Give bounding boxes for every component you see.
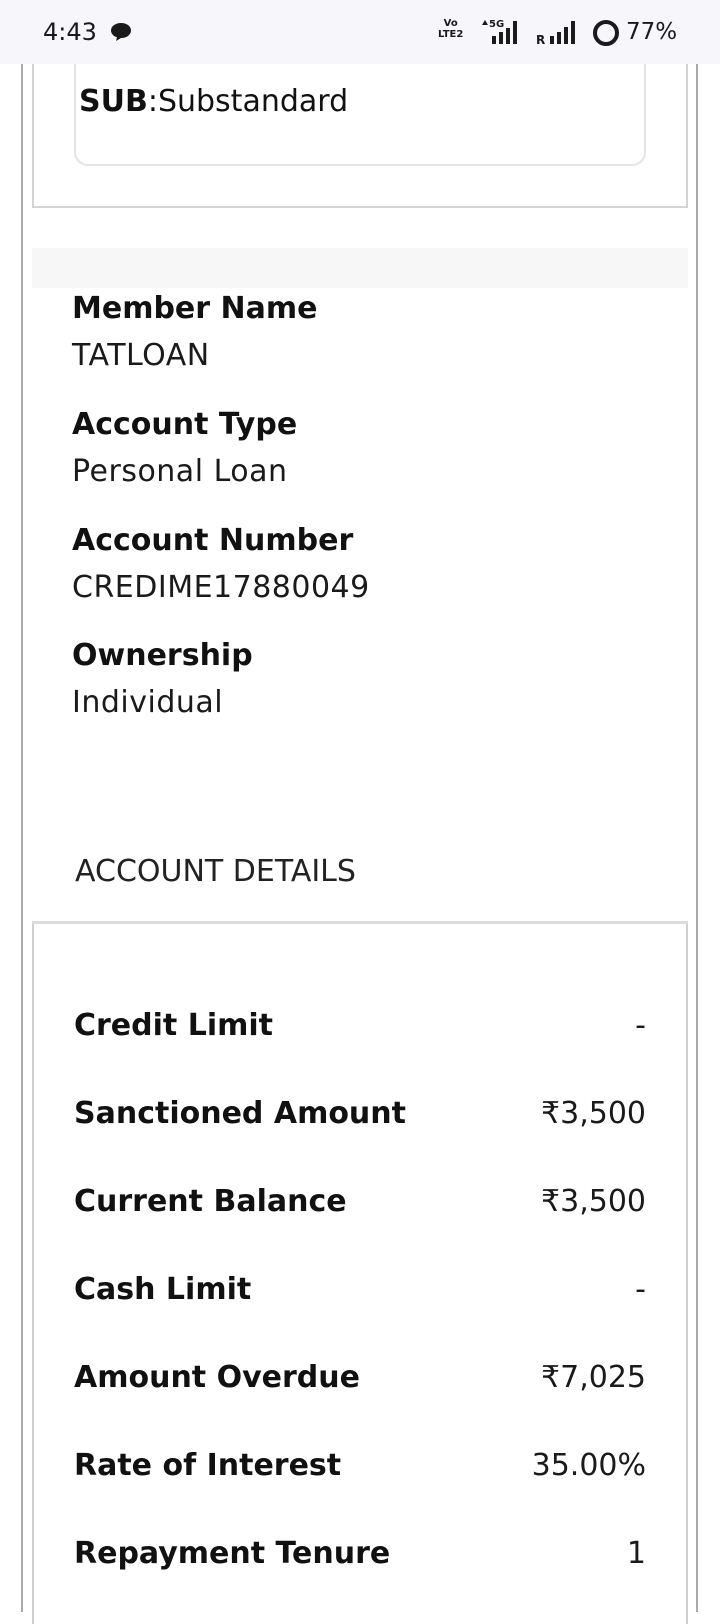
ownership-label: Ownership [72, 638, 253, 673]
detail-value: ₹3,500 [541, 1184, 646, 1219]
legend-meaning: Substandard [157, 84, 349, 119]
detail-label: Credit Limit [74, 1008, 273, 1043]
legend-entry: SUB:Substandard [79, 80, 348, 124]
volte-line2: LTE2 [438, 29, 464, 40]
battery-icon [593, 20, 619, 46]
detail-value: 35.00% [531, 1448, 646, 1483]
section-separator [32, 248, 688, 288]
legend-separator: : [147, 84, 158, 119]
detail-label: Current Balance [74, 1184, 347, 1219]
detail-label: Repayment Tenure [74, 1536, 391, 1571]
detail-value: - [635, 1008, 646, 1043]
detail-row-sanctioned-amount: Sanctioned Amount ₹3,500 [74, 1092, 646, 1136]
signal-roaming-icon: R [536, 21, 575, 46]
detail-row-repayment-tenure: Repayment Tenure 1 [74, 1532, 646, 1576]
detail-row-amount-overdue: Amount Overdue ₹7,025 [74, 1356, 646, 1400]
chat-notification-icon [111, 23, 131, 41]
status-time: 4:43 [43, 18, 97, 46]
detail-label: Rate of Interest [74, 1448, 342, 1483]
ownership-value: Individual [72, 685, 224, 720]
detail-value: ₹7,025 [541, 1360, 646, 1395]
signal-5g-icon: 5G [482, 19, 517, 44]
member-name-label: Member Name [72, 291, 318, 326]
detail-row-rate-of-interest: Rate of Interest 35.00% [74, 1444, 646, 1488]
detail-value: 1 [626, 1536, 646, 1571]
volte-line1: Vo [443, 18, 458, 29]
account-type-label: Account Type [72, 407, 298, 442]
account-details-heading: ACCOUNT DETAILS [75, 854, 356, 889]
battery-percentage: 77% [626, 19, 678, 45]
account-number-label: Account Number [72, 523, 354, 558]
member-name-value: TATLOAN [72, 338, 210, 373]
detail-label: Sanctioned Amount [74, 1096, 406, 1131]
network-type-text: 5G [489, 19, 504, 30]
detail-row-current-balance: Current Balance ₹3,500 [74, 1180, 646, 1224]
account-type-value: Personal Loan [72, 454, 288, 489]
detail-value: ₹3,500 [541, 1096, 646, 1131]
detail-label: Cash Limit [74, 1272, 252, 1307]
detail-label: Amount Overdue [74, 1360, 360, 1395]
volte-indicator: Vo LTE2 [438, 18, 463, 40]
detail-row-cash-limit: Cash Limit - [74, 1268, 646, 1312]
status-bar: 4:43 Vo LTE2 5G R 77% [0, 0, 720, 64]
detail-row-credit-limit: Credit Limit - [74, 1004, 646, 1048]
account-number-value: CREDIME17880049 [72, 570, 370, 605]
roaming-text: R [536, 33, 545, 46]
legend-code: SUB [79, 84, 148, 119]
detail-value: - [635, 1272, 646, 1307]
